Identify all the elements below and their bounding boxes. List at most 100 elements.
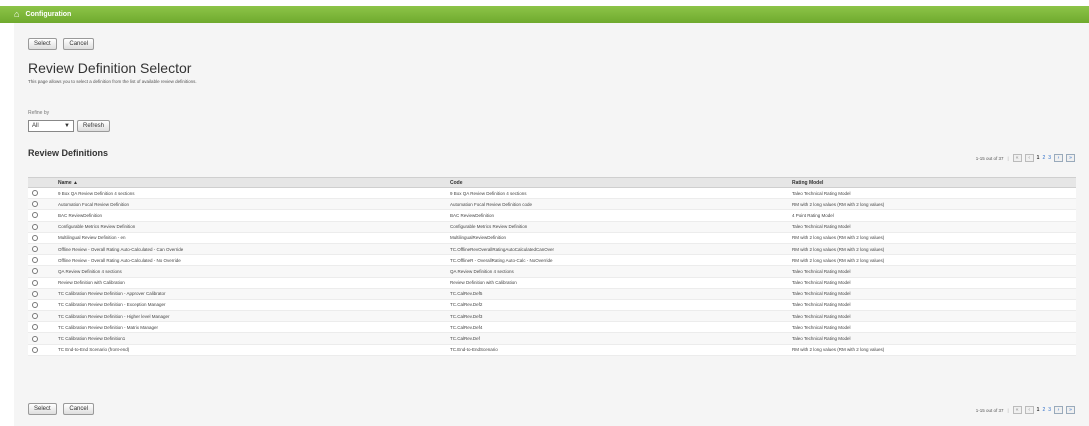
table-row[interactable]: Offline Review - Overall Rating Auto-Cal… [28, 254, 1076, 267]
page-link-3[interactable]: 3 [1048, 407, 1051, 413]
table-row[interactable]: Review Definition with Calibration Review… [28, 277, 1076, 289]
name-cell: Automation Focal Review Definition [54, 198, 446, 211]
main-content: Select Cancel Review Definition Selector… [14, 23, 1089, 426]
select-column-header [28, 177, 54, 188]
table-row[interactable]: BAC ReviewDefinition BAC ReviewDefinition… [28, 209, 1076, 222]
previous-page-icon[interactable]: ‹ [1024, 406, 1034, 414]
page-description: This page allows you to select a definit… [28, 79, 197, 84]
code-cell: TC.CalRev.Def [446, 332, 788, 345]
table-row[interactable]: TC End-to-End Scenario (front-end) TC.End… [28, 344, 1076, 356]
pager-top: 1-15 out of 37 | « ‹ 1 2 3 › » [976, 154, 1075, 162]
rating-model-cell: RM with 2 long values (RM with 2 long va… [788, 232, 1076, 244]
first-page-icon[interactable]: « [1012, 406, 1022, 414]
name-column-header[interactable]: Name ▲ [54, 177, 446, 188]
row-radio-button[interactable] [32, 223, 38, 230]
table-row[interactable]: Offline Review - Overall Rating Auto-Cal… [28, 243, 1076, 256]
code-cell: TC.CalRev.Def5 [446, 288, 788, 300]
code-cell: TC.OfflineR - OverallRating Auto-Calc - … [446, 254, 788, 267]
previous-page-icon[interactable]: ‹ [1024, 154, 1034, 162]
rating-model-cell: RM with 2 long values (RM with 2 long va… [788, 344, 1076, 356]
table-row[interactable]: QA Review Definition 4 sections QA Review… [28, 265, 1076, 278]
name-cell: 9 Box QA Review Definition 4 sections [54, 187, 446, 200]
name-cell: QA Review Definition 4 sections [54, 265, 446, 278]
bottom-actions: Select Cancel [28, 403, 95, 415]
chevron-down-icon: ▼ [64, 123, 70, 129]
row-select-cell [28, 243, 54, 256]
title-bar: ⌂ Configuration [0, 6, 1089, 23]
name-cell: TC Calibration Review Definition - Matri… [54, 321, 446, 334]
last-page-icon[interactable]: » [1066, 154, 1075, 162]
row-radio-button[interactable] [32, 346, 38, 353]
rating-model-cell: Taleo Technical Rating Model [788, 332, 1076, 345]
code-cell: Review Definition with Calibration [446, 277, 788, 289]
table-row[interactable]: TC Calibration Review Definition - Highe… [28, 310, 1076, 323]
select-button[interactable]: Select [28, 403, 57, 415]
top-actions: Select Cancel [28, 38, 95, 50]
cancel-button[interactable]: Cancel [63, 403, 95, 415]
table-row[interactable]: TC Calibration Review Definition - Appro… [28, 288, 1076, 300]
row-select-cell [28, 254, 54, 267]
row-radio-button[interactable] [32, 234, 38, 241]
rating-model-cell: Taleo Technical Rating Model [788, 288, 1076, 300]
code-cell: QA Review Definition 4 sections [446, 265, 788, 278]
first-page-icon[interactable]: « [1012, 154, 1022, 162]
page-link-1[interactable]: 1 [1037, 155, 1040, 161]
cancel-button[interactable]: Cancel [63, 38, 95, 50]
pager-divider: | [1007, 407, 1009, 413]
next-page-icon[interactable]: › [1054, 406, 1063, 414]
rating-model-cell: 4 Point Rating Model [788, 209, 1076, 222]
row-select-cell [28, 187, 54, 200]
rating-model-column-header: Rating Model [788, 177, 1076, 188]
table-row[interactable]: Multilingual Review Definition - en Multi… [28, 232, 1076, 244]
row-radio-button[interactable] [32, 279, 38, 286]
row-radio-button[interactable] [32, 246, 38, 253]
name-cell: Configurable Metrics Review Definition [54, 221, 446, 233]
row-select-cell [28, 209, 54, 222]
row-radio-button[interactable] [32, 290, 38, 297]
rating-model-cell: Taleo Technical Rating Model [788, 299, 1076, 312]
page-link-1[interactable]: 1 [1037, 407, 1040, 413]
row-select-cell [28, 310, 54, 323]
table-row[interactable]: Automation Focal Review Definition Automa… [28, 198, 1076, 211]
table-row[interactable]: Configurable Metrics Review Definition Co… [28, 221, 1076, 233]
rating-model-cell: Taleo Technical Rating Model [788, 187, 1076, 200]
page-link-3[interactable]: 3 [1048, 155, 1051, 161]
row-radio-button[interactable] [32, 301, 38, 308]
name-cell: BAC ReviewDefinition [54, 209, 446, 222]
name-cell: Offline Review - Overall Rating Auto-Cal… [54, 254, 446, 267]
rating-model-cell: RM with 2 long values (RM with 2 long va… [788, 243, 1076, 256]
code-cell: TC.End-to-EndScenario [446, 344, 788, 356]
next-page-icon[interactable]: › [1054, 154, 1063, 162]
home-icon[interactable]: ⌂ [14, 10, 19, 19]
select-button[interactable]: Select [28, 38, 57, 50]
table-row[interactable]: 9 Box QA Review Definition 4 sections 9 B… [28, 187, 1076, 200]
row-radio-button[interactable] [32, 212, 38, 219]
last-page-icon[interactable]: » [1066, 406, 1075, 414]
rating-model-cell: Taleo Technical Rating Model [788, 310, 1076, 323]
row-radio-button[interactable] [32, 324, 38, 331]
table-row[interactable]: TC Calibration Review Definition - Matri… [28, 321, 1076, 334]
name-cell: TC Calibration Review Definition - Highe… [54, 310, 446, 323]
name-cell: Review Definition with Calibration [54, 277, 446, 289]
refine-by-select[interactable]: All ▼ [28, 120, 74, 132]
row-select-cell [28, 198, 54, 211]
row-radio-button[interactable] [32, 201, 38, 208]
table-row[interactable]: TC Calibration Review Definition - Excep… [28, 299, 1076, 312]
page-link-2[interactable]: 2 [1042, 407, 1045, 413]
name-cell: TC Calibration Review Definition - Appro… [54, 288, 446, 300]
page-title: Review Definition Selector [28, 60, 192, 76]
name-cell: TC End-to-End Scenario (front-end) [54, 344, 446, 356]
row-radio-button[interactable] [32, 313, 38, 320]
row-radio-button[interactable] [32, 268, 38, 275]
row-radio-button[interactable] [32, 335, 38, 342]
page-link-2[interactable]: 2 [1042, 155, 1045, 161]
refine-by-value: All [32, 123, 39, 129]
row-radio-button[interactable] [32, 257, 38, 264]
row-radio-button[interactable] [32, 190, 38, 197]
refresh-button[interactable]: Refresh [77, 120, 111, 132]
table-header-row: Name ▲ Code Rating Model [28, 177, 1076, 188]
table-body: 9 Box QA Review Definition 4 sections 9 B… [28, 187, 1076, 356]
pager-divider: | [1007, 155, 1009, 161]
pager-bottom: 1-15 out of 37 | « ‹ 1 2 3 › » [976, 406, 1075, 414]
table-row[interactable]: TC Calibration Review Definition1 TC.CalR… [28, 332, 1076, 345]
